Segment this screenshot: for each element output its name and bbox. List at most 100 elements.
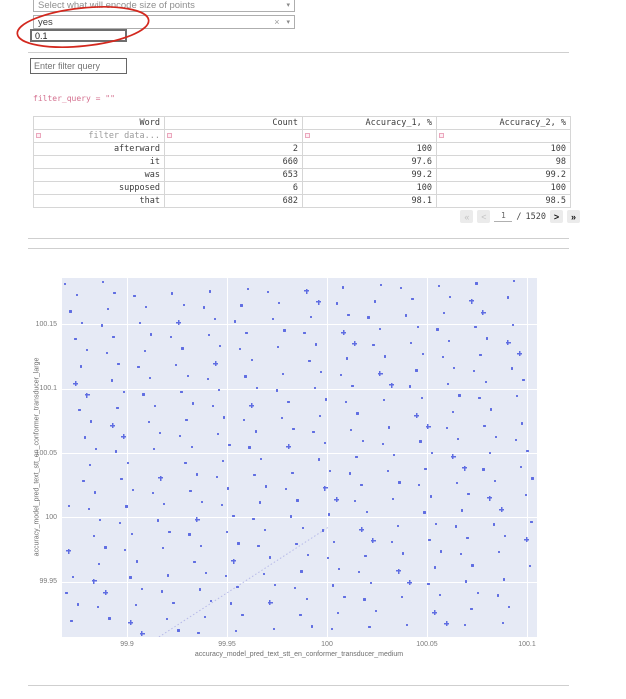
scatter-point bbox=[129, 576, 131, 578]
scatter-point bbox=[158, 476, 163, 481]
table-cell[interactable]: 6 bbox=[165, 182, 303, 195]
scatter-point bbox=[296, 499, 298, 501]
scatter-point bbox=[102, 281, 104, 283]
first-page-button[interactable]: « bbox=[460, 210, 473, 223]
table-cell[interactable]: 653 bbox=[165, 169, 303, 182]
point-size-toggle-value: yes bbox=[38, 17, 53, 28]
filter-icon[interactable] bbox=[305, 133, 310, 138]
table-row[interactable]: afterward2100100 bbox=[34, 143, 571, 156]
table-cell[interactable]: 682 bbox=[165, 195, 303, 208]
table-cell[interactable]: 98.5 bbox=[437, 195, 571, 208]
scatter-point bbox=[68, 505, 70, 507]
table-row[interactable]: that68298.198.5 bbox=[34, 195, 571, 208]
filter-cell-count[interactable] bbox=[165, 130, 303, 143]
table-cell[interactable]: was bbox=[34, 169, 165, 182]
prev-page-button[interactable]: < bbox=[477, 210, 490, 223]
scatter-point bbox=[431, 452, 433, 454]
col-header-word[interactable]: Word bbox=[34, 117, 165, 130]
chevron-down-icon[interactable]: ▾ bbox=[286, 18, 290, 26]
col-header-count[interactable]: Count bbox=[165, 117, 303, 130]
scatter-point bbox=[189, 490, 191, 492]
chevron-down-icon[interactable]: ▾ bbox=[286, 1, 290, 9]
table-cell[interactable]: 98 bbox=[437, 156, 571, 169]
size-encoding-select-placeholder: Select what will encode size of points bbox=[38, 0, 195, 11]
col-header-accuracy-1[interactable]: Accuracy_1, % bbox=[303, 117, 437, 130]
scatter-point bbox=[446, 427, 448, 429]
table-cell[interactable]: it bbox=[34, 156, 165, 169]
scatter-point bbox=[207, 378, 209, 380]
scatter-point bbox=[310, 316, 312, 318]
scatter-point bbox=[131, 533, 133, 535]
scatter-point bbox=[204, 616, 206, 618]
point-size-toggle-select[interactable]: yes × ▾ bbox=[33, 15, 295, 29]
table-cell[interactable]: 99.2 bbox=[303, 169, 437, 182]
table-cell[interactable]: 98.1 bbox=[303, 195, 437, 208]
filter-icon[interactable] bbox=[439, 133, 444, 138]
scatter-point bbox=[286, 444, 291, 449]
point-size-value-input[interactable]: 0.1 bbox=[30, 29, 127, 42]
filter-icon[interactable] bbox=[36, 133, 41, 138]
clear-selection-icon[interactable]: × bbox=[274, 17, 279, 27]
scatter-point bbox=[378, 371, 383, 376]
filter-icon[interactable] bbox=[167, 133, 172, 138]
table-row[interactable]: was65399.299.2 bbox=[34, 169, 571, 182]
scatter-point bbox=[323, 486, 328, 491]
scatter-point bbox=[475, 282, 477, 284]
scatter-point bbox=[341, 330, 346, 335]
next-page-button[interactable]: > bbox=[550, 210, 563, 223]
scatter-point bbox=[458, 394, 460, 396]
scatter-point bbox=[384, 355, 386, 357]
y-axis-title: accuracy_model_pred_text_stt_en_conforme… bbox=[34, 358, 41, 557]
table-cell[interactable]: afterward bbox=[34, 143, 165, 156]
scatter-plot[interactable] bbox=[62, 278, 537, 637]
table-row[interactable]: supposed6100100 bbox=[34, 182, 571, 195]
table-cell[interactable]: supposed bbox=[34, 182, 165, 195]
page-number-input[interactable]: 1 bbox=[494, 211, 512, 222]
point-size-value: 0.1 bbox=[35, 31, 48, 41]
last-page-button[interactable]: » bbox=[567, 210, 580, 223]
table-cell[interactable]: 100 bbox=[303, 182, 437, 195]
filter-cell-accuracy-1[interactable] bbox=[303, 130, 437, 143]
filter-query-placeholder: Enter filter query bbox=[34, 61, 100, 71]
table-cell[interactable]: 100 bbox=[437, 182, 571, 195]
scatter-point bbox=[462, 466, 467, 471]
scatter-point bbox=[479, 354, 481, 356]
scatter-point bbox=[507, 296, 509, 298]
scatter-point bbox=[181, 347, 183, 349]
col-header-accuracy-2[interactable]: Accuracy_2, % bbox=[437, 117, 571, 130]
scatter-point bbox=[400, 287, 402, 289]
scatter-point bbox=[269, 556, 271, 558]
scatter-point bbox=[263, 573, 265, 575]
table-cell[interactable]: 660 bbox=[165, 156, 303, 169]
scatter-point bbox=[237, 542, 239, 544]
table-cell[interactable]: 2 bbox=[165, 143, 303, 156]
table-cell[interactable]: 100 bbox=[437, 143, 571, 156]
scatter-point bbox=[366, 511, 368, 513]
divider bbox=[28, 685, 569, 686]
scatter-point bbox=[469, 299, 474, 304]
scatter-point bbox=[191, 446, 193, 448]
table-cell[interactable]: that bbox=[34, 195, 165, 208]
scatter-point bbox=[108, 617, 110, 619]
scatter-point bbox=[359, 527, 364, 532]
scatter-point bbox=[196, 473, 198, 475]
filter-query-input[interactable]: Enter filter query bbox=[30, 58, 127, 74]
scatter-point bbox=[197, 632, 199, 634]
size-encoding-select[interactable]: Select what will encode size of points ▾ bbox=[33, 0, 295, 12]
scatter-point bbox=[137, 366, 139, 368]
scatter-point bbox=[94, 491, 96, 493]
scatter-point bbox=[442, 356, 444, 358]
scatter-point bbox=[466, 537, 468, 539]
table-cell[interactable]: 100 bbox=[303, 143, 437, 156]
scatter-point bbox=[392, 498, 394, 500]
scatter-point bbox=[217, 433, 219, 435]
table-cell[interactable]: 99.2 bbox=[437, 169, 571, 182]
scatter-point bbox=[259, 501, 261, 503]
scatter-point bbox=[70, 620, 72, 622]
table-cell[interactable]: 97.6 bbox=[303, 156, 437, 169]
filter-cell-word[interactable]: filter data... bbox=[34, 130, 165, 143]
word-stats-table: Word Count Accuracy_1, % Accuracy_2, % f… bbox=[33, 116, 571, 208]
scatter-point bbox=[415, 369, 417, 371]
filter-cell-accuracy-2[interactable] bbox=[437, 130, 571, 143]
table-row[interactable]: it66097.698 bbox=[34, 156, 571, 169]
